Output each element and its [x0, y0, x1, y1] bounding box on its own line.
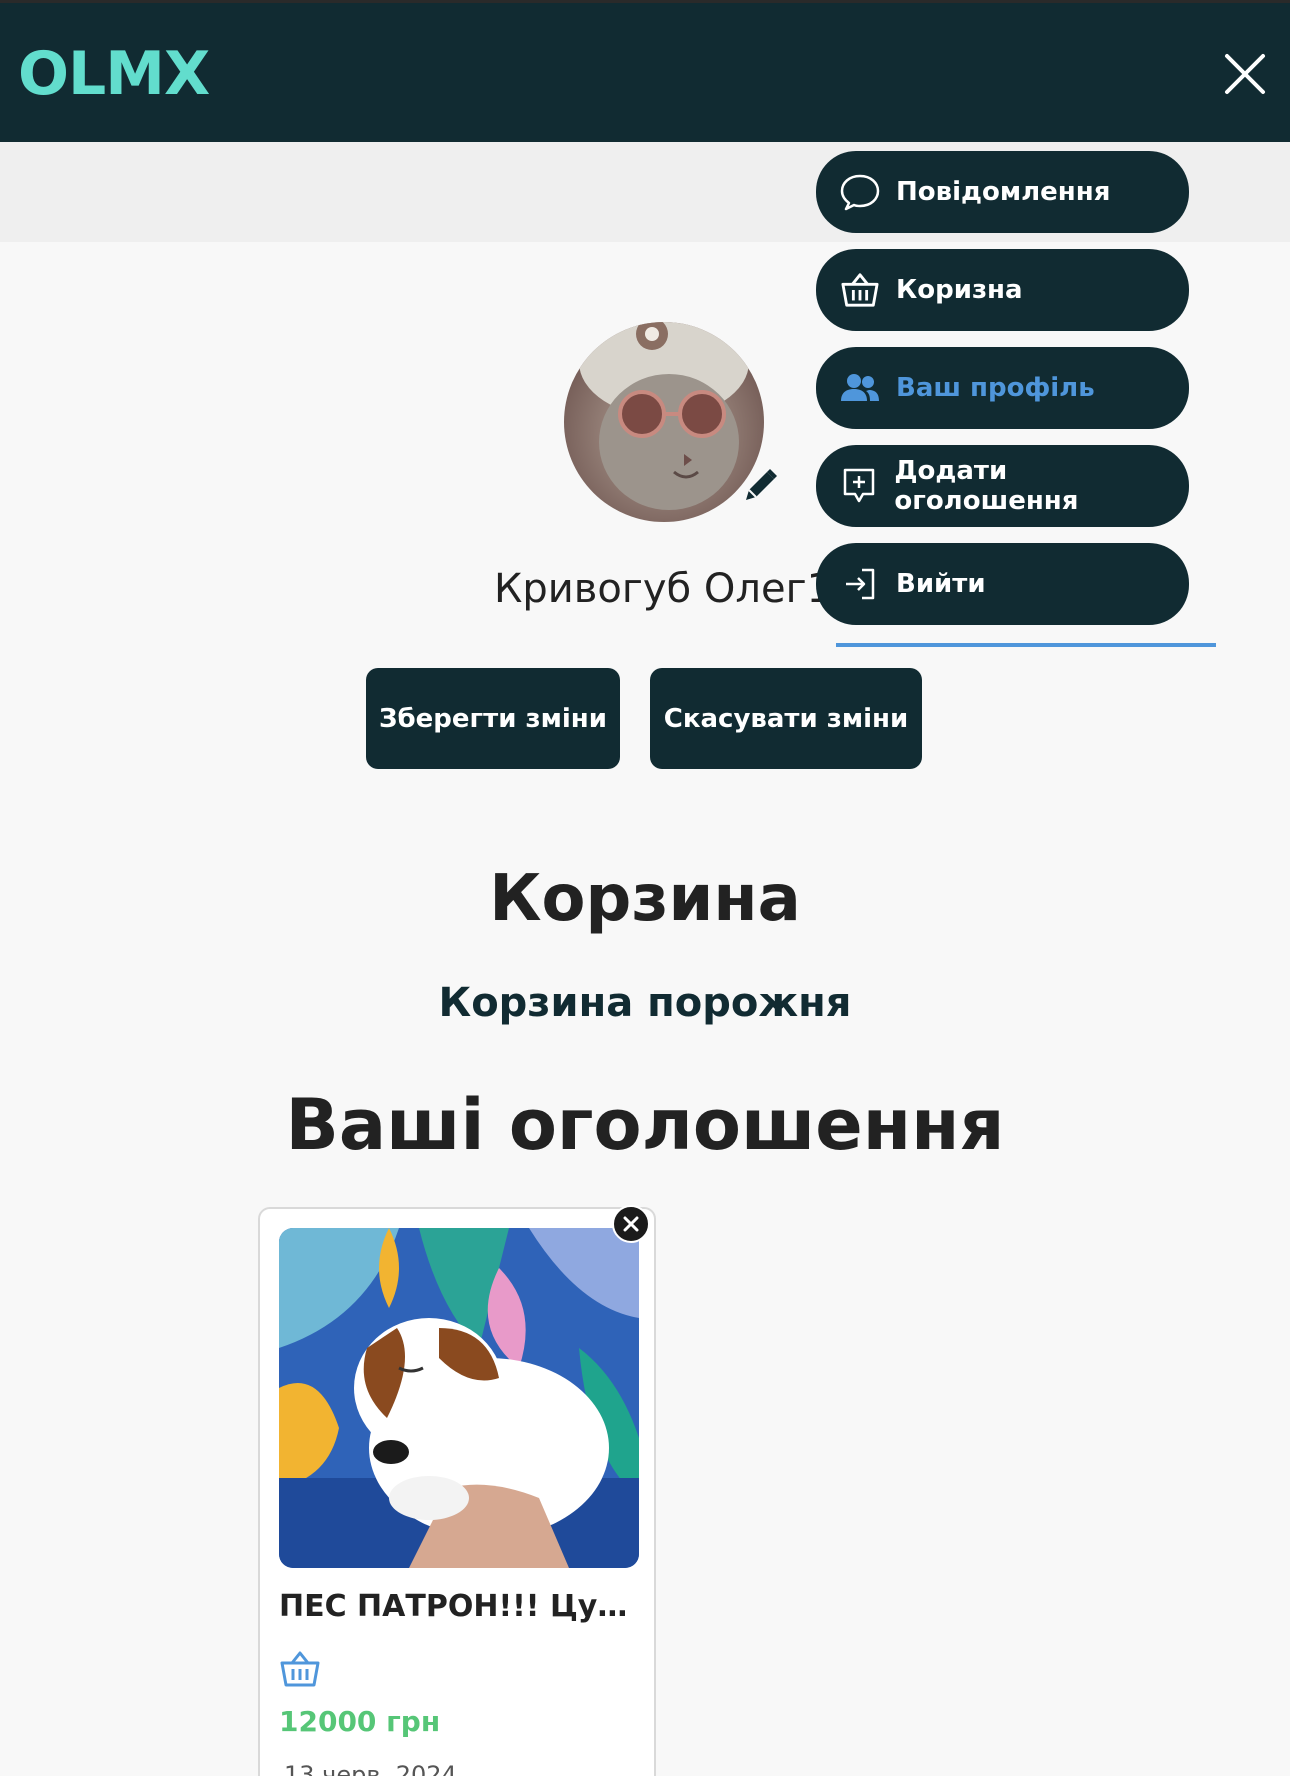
menu-item-logout[interactable]: Вийти	[816, 543, 1189, 625]
basket-icon	[280, 1651, 320, 1687]
top-header: OLMX	[0, 0, 1290, 142]
ad-title[interactable]: ПЕС ПАТРОН!!! Цуц...	[279, 1589, 639, 1624]
close-icon	[623, 1216, 639, 1232]
add-post-icon	[838, 464, 880, 508]
menu-item-cart[interactable]: Коризна	[816, 249, 1189, 331]
ad-photo[interactable]	[279, 1228, 639, 1568]
basket-icon	[838, 268, 882, 312]
avatar[interactable]	[564, 322, 764, 522]
ad-date: 13 черв. 2024	[284, 1761, 457, 1776]
pencil-icon	[746, 469, 777, 500]
cancel-changes-button[interactable]: Скасувати зміни	[650, 668, 922, 769]
your-ads-heading: Ваші оголошення	[285, 1084, 1005, 1166]
menu-item-messages[interactable]: Повідомлення	[816, 151, 1189, 233]
menu-item-label: Коризна	[896, 275, 1023, 305]
ad-price: 12000 грн	[279, 1705, 441, 1738]
cart-empty-message: Корзина порожня	[438, 980, 852, 1026]
edit-avatar-button[interactable]	[740, 466, 780, 506]
menu-item-profile[interactable]: Ваш профіль	[816, 347, 1189, 429]
chat-bubble-icon	[838, 170, 882, 214]
menu-item-add-ad[interactable]: Додати оголошення	[816, 445, 1189, 527]
menu-item-label: Ваш профіль	[896, 373, 1095, 403]
remove-ad-button[interactable]	[612, 1205, 650, 1243]
logo[interactable]: OLMX	[18, 39, 210, 109]
profile-name[interactable]: Кривогуб Олег1	[494, 566, 832, 612]
close-icon	[1225, 54, 1265, 94]
menu-item-label: Додати оголошення	[894, 456, 1079, 516]
cart-heading: Корзина	[489, 862, 801, 936]
users-icon	[838, 366, 882, 410]
close-menu-button[interactable]	[1222, 51, 1268, 97]
add-to-cart-button[interactable]	[278, 1649, 322, 1689]
logout-icon	[838, 562, 882, 606]
save-changes-button[interactable]: Зберегти зміни	[366, 668, 620, 769]
menu-item-label: Повідомлення	[896, 177, 1111, 207]
menu-item-label: Вийти	[896, 569, 986, 599]
ad-card[interactable]: ПЕС ПАТРОН!!! Цуц... 12000 грн 13 черв. …	[258, 1207, 656, 1776]
menu-divider	[836, 643, 1216, 647]
